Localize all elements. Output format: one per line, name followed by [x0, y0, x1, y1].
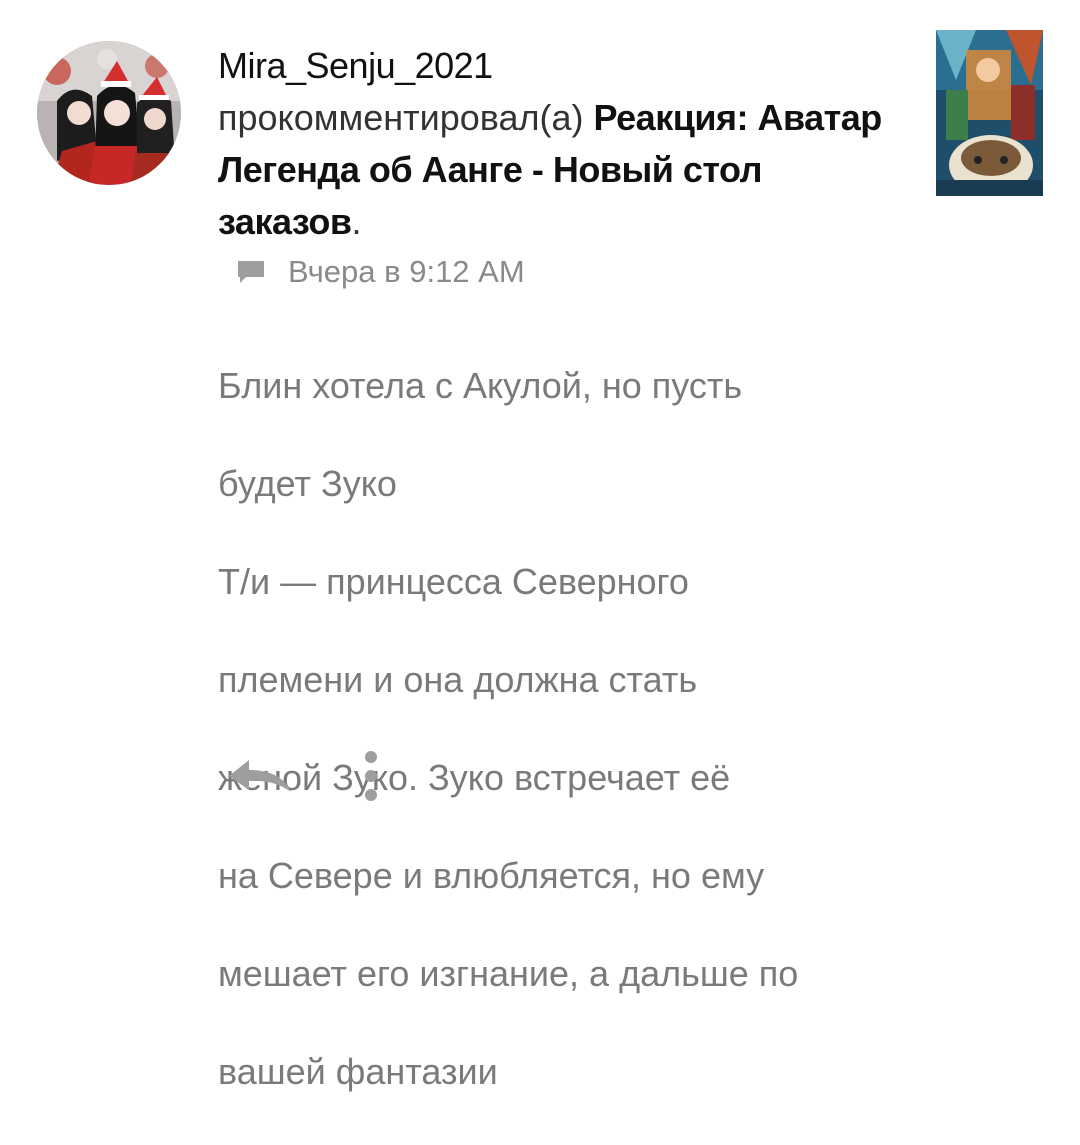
action-text: прокомментировал(а): [218, 97, 584, 138]
comment-body-line: племени и она должна стать: [218, 659, 698, 700]
more-options-button[interactable]: [356, 746, 386, 806]
reply-arrow-icon: [229, 760, 291, 792]
comment-header: Mira_Senju_2021 прокомментировал(а) Реак…: [218, 40, 908, 248]
comment-body-line: мешает его изгнание, а дальше по: [218, 953, 799, 994]
comment-body: Блин хотела с Акулой, но пусть будет Зук…: [218, 312, 918, 1145]
comment-body-line: будет Зуко: [218, 463, 397, 504]
post-thumbnail[interactable]: [936, 30, 1043, 196]
comment-meta: Вчера в 9:12 AM: [236, 250, 525, 294]
comment-body-line: на Севере и влюбляется, но ему: [218, 855, 765, 896]
avatar-image: [37, 41, 181, 185]
comment-body-line: вашей фантазии: [218, 1051, 498, 1092]
username-link[interactable]: Mira_Senju_2021: [218, 40, 908, 92]
comment-body-line: Блин хотела с Акулой, но пусть: [218, 365, 743, 406]
comment-body-line: Т/и — принцесса Северного: [218, 561, 689, 602]
comment-bubble-icon: [238, 261, 264, 283]
user-avatar[interactable]: [37, 41, 181, 185]
more-vertical-icon: [365, 751, 377, 801]
post-title-period: .: [351, 201, 362, 242]
comment-actions: [224, 746, 386, 806]
timestamp: Вчера в 9:12 AM: [288, 254, 525, 289]
post-thumbnail-image: [936, 30, 1043, 196]
reply-button[interactable]: [224, 750, 296, 802]
